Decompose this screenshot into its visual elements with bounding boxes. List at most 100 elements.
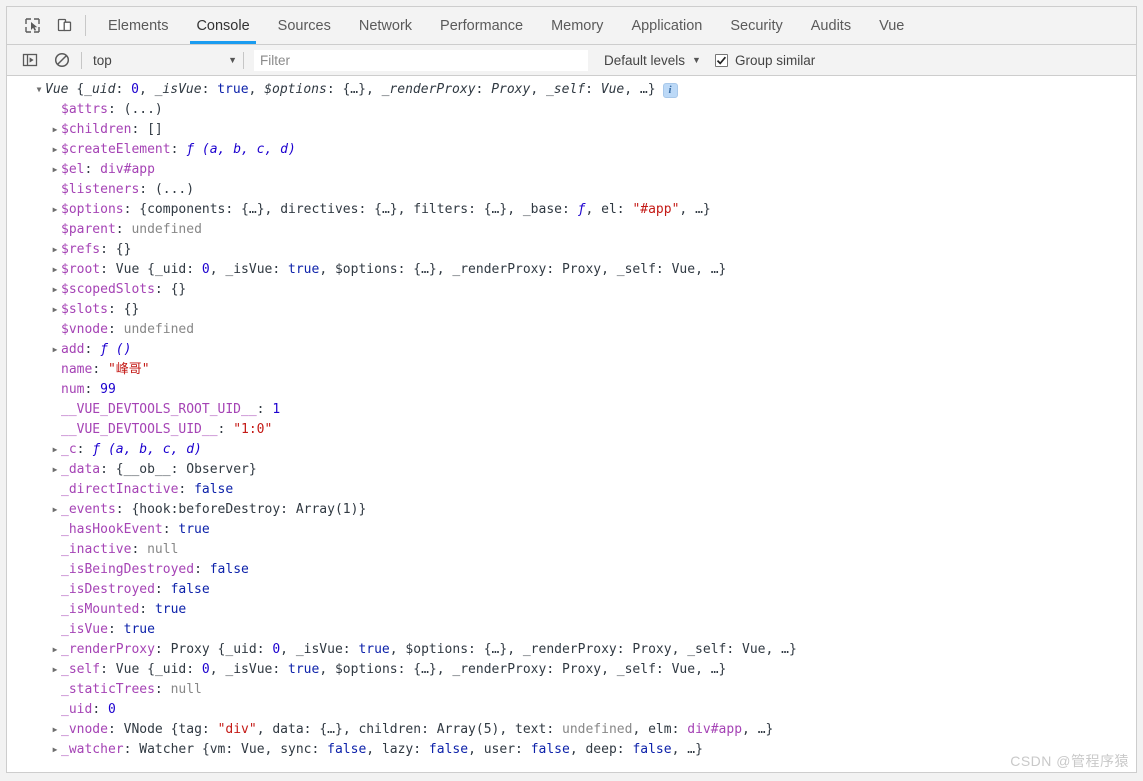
screenshot-root: Elements Console Sources Network Perform… — [0, 0, 1143, 781]
log-token: : — [671, 722, 688, 737]
console-bottom-edge — [7, 762, 1136, 772]
tab-console[interactable]: Console — [182, 7, 263, 44]
expand-triangle-right-icon[interactable]: ▶ — [49, 160, 61, 180]
tab-security[interactable]: Security — [716, 7, 796, 44]
tab-label: Application — [631, 17, 703, 34]
log-token: 0 — [201, 662, 210, 677]
device-toolbar-icon[interactable] — [51, 13, 77, 39]
log-token: $createElement — [61, 142, 171, 157]
log-token: {…} — [374, 202, 398, 217]
expand-triangle-right-icon[interactable]: ▶ — [49, 440, 61, 460]
log-token: (a, b, c, d) — [107, 442, 202, 457]
log-token: {} — [170, 282, 187, 297]
group-similar-toggle[interactable]: Group similar — [714, 53, 815, 68]
log-token: 0 — [272, 642, 281, 657]
log-token: , — [499, 722, 516, 737]
expand-triangle-right-icon[interactable]: ▶ — [49, 720, 61, 740]
expand-triangle-right-icon[interactable]: ▶ — [49, 460, 61, 480]
log-token: deep — [585, 742, 617, 757]
log-token: {…} — [483, 202, 508, 217]
log-token: : — [170, 142, 187, 157]
expand-triangle-right-icon[interactable]: ▶ — [49, 300, 61, 320]
tab-network[interactable]: Network — [345, 7, 426, 44]
expand-triangle-right-icon[interactable]: ▶ — [49, 740, 61, 760]
tab-performance[interactable]: Performance — [426, 7, 537, 44]
console-sidebar-toggle-icon[interactable] — [17, 48, 43, 72]
tab-vue[interactable]: Vue — [865, 7, 918, 44]
expand-triangle-right-icon[interactable]: ▶ — [49, 340, 61, 360]
tab-label: Vue — [879, 17, 905, 34]
tab-memory[interactable]: Memory — [537, 7, 617, 44]
log-token: elm — [648, 722, 672, 737]
log-token: $options — [334, 262, 398, 277]
devtools-tool-icons — [13, 7, 81, 44]
expand-triangle-right-icon[interactable]: ▶ — [49, 660, 61, 680]
log-token: , — [436, 262, 453, 277]
log-token: , — [342, 722, 359, 737]
log-token: Vue — [671, 662, 696, 677]
log-token: _self — [61, 662, 101, 677]
log-token: : — [225, 202, 242, 217]
log-token: : — [468, 202, 484, 217]
expand-triangle-right-icon[interactable]: ▶ — [49, 500, 61, 520]
expand-triangle-right-icon[interactable]: ▶ — [49, 640, 61, 660]
log-token: : — [397, 262, 414, 277]
tab-audits[interactable]: Audits — [797, 7, 865, 44]
expand-triangle-right-icon[interactable]: ▶ — [49, 280, 61, 300]
log-token: , …} — [624, 82, 656, 97]
log-token: { — [170, 722, 179, 737]
expand-triangle-right-icon[interactable]: ▶ — [49, 240, 61, 260]
log-token: false — [428, 742, 469, 757]
console-log-line: $listeners: (...) — [7, 180, 1136, 200]
log-token: hook:beforeDestroy — [139, 502, 281, 517]
group-similar-checkbox[interactable] — [714, 53, 728, 67]
log-token: : — [107, 102, 124, 117]
log-token: _events — [61, 502, 116, 517]
expand-triangle-right-icon[interactable]: ▶ — [49, 200, 61, 220]
log-levels-select[interactable]: Default levels ▼ — [604, 53, 701, 68]
log-token: () — [115, 342, 132, 357]
clear-console-icon[interactable] — [49, 48, 75, 72]
log-token: : — [413, 742, 429, 757]
console-filter-input[interactable] — [254, 49, 588, 71]
console-log-line: _directInactive: false — [7, 480, 1136, 500]
log-token: $refs — [61, 242, 101, 257]
log-token: {…} — [319, 722, 343, 737]
expand-triangle-right-icon[interactable]: ▶ — [49, 120, 61, 140]
log-token: {} — [123, 302, 140, 317]
console-info-badge[interactable]: i — [662, 82, 678, 98]
filterbar-divider-2 — [243, 51, 244, 69]
execution-context-select[interactable]: top ▼ — [91, 53, 243, 68]
log-token: : — [256, 402, 273, 417]
tab-sources[interactable]: Sources — [264, 7, 345, 44]
log-token: "峰哥" — [107, 362, 150, 377]
log-token: Proxy — [561, 662, 602, 677]
log-token: , — [671, 642, 688, 657]
log-token: : — [186, 662, 202, 677]
console-log-line: ▶ _renderProxy: Proxy {_uid: 0, _isVue: t… — [7, 640, 1136, 660]
log-token: : — [397, 662, 414, 677]
console-log-line: ▶ _vnode: VNode {tag: "div", data: {…}, c… — [7, 720, 1136, 740]
console-log-line: ▶ _watcher: Watcher {vm: Vue, sync: false… — [7, 740, 1136, 760]
console-output[interactable]: ▼ Vue {_uid: 0, _isVue: true, $options: {… — [7, 76, 1136, 772]
log-token: , — [585, 202, 602, 217]
expand-triangle-right-icon[interactable]: ▶ — [49, 140, 61, 160]
log-token: : — [655, 662, 672, 677]
log-token: : — [186, 262, 202, 277]
log-token: [] — [147, 122, 163, 137]
inspect-element-icon[interactable] — [19, 13, 45, 39]
console-log-line: ▶ $createElement: ƒ (a, b, c, d) — [7, 140, 1136, 160]
log-token: false — [632, 742, 672, 757]
expand-triangle-down-icon[interactable]: ▼ — [33, 80, 45, 100]
log-token: components — [147, 202, 226, 217]
log-token: sync — [280, 742, 312, 757]
tab-application[interactable]: Application — [617, 7, 716, 44]
log-token: {…} — [413, 662, 437, 677]
expand-triangle-right-icon[interactable]: ▶ — [49, 260, 61, 280]
log-token: _uid — [154, 662, 187, 677]
sidebar-toggle-glyph — [22, 53, 38, 67]
log-token: _uid — [225, 642, 257, 657]
tab-elements[interactable]: Elements — [94, 7, 182, 44]
log-token: , …} — [765, 642, 797, 657]
log-token: $el — [61, 162, 85, 177]
